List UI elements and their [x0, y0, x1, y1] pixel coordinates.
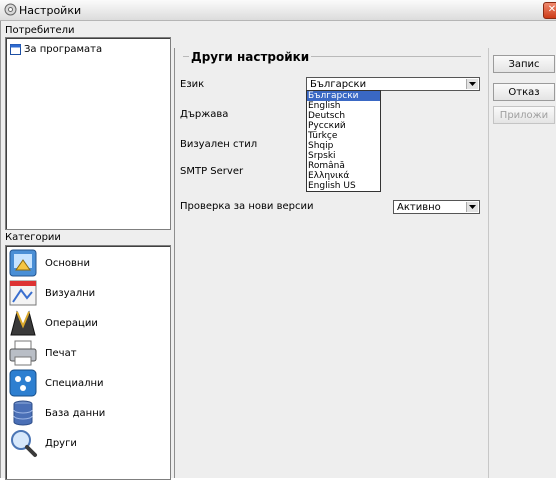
category-print[interactable]: Печат — [8, 338, 77, 368]
category-database[interactable]: База данни — [8, 398, 105, 428]
category-basic[interactable]: Основни — [8, 248, 90, 278]
category-label: Операции — [45, 317, 98, 329]
dropdown-option[interactable]: English — [307, 101, 380, 111]
window-icon — [10, 43, 21, 55]
cancel-button[interactable]: Отказ — [493, 83, 555, 101]
visual-style-label: Визуален стил — [180, 139, 258, 150]
dropdown-option[interactable]: Srpski — [307, 151, 380, 161]
language-select[interactable]: Български — [306, 77, 480, 91]
categories-label: Категории — [5, 232, 61, 243]
dropdown-option[interactable]: Deutsch — [307, 111, 380, 121]
close-button[interactable]: ✕ — [543, 2, 556, 19]
category-other[interactable]: Други — [8, 428, 77, 458]
chevron-down-icon[interactable] — [466, 202, 478, 212]
dropdown-option[interactable]: Ελληνικά — [307, 171, 380, 181]
special-icon — [8, 368, 38, 398]
language-label: Език — [180, 79, 205, 90]
category-label: Други — [45, 437, 77, 449]
title-bar: Настройки ✕ — [0, 0, 556, 21]
category-label: Специални — [45, 377, 104, 389]
users-label: Потребители — [5, 25, 75, 36]
dropdown-option[interactable]: Русский — [307, 121, 380, 131]
category-label: Основни — [45, 257, 90, 269]
chevron-down-icon[interactable] — [466, 79, 478, 89]
close-icon: ✕ — [547, 4, 556, 15]
language-dropdown-list[interactable]: Български English Deutsch Русский Türkçe… — [306, 90, 381, 192]
users-list[interactable]: За програмата — [5, 37, 171, 230]
category-special[interactable]: Специални — [8, 368, 104, 398]
category-label: Визуални — [45, 287, 96, 299]
button-column: Запис Отказ Приложи — [488, 48, 556, 478]
categories-list: Основни Визуални Операции Печат Специалн… — [5, 245, 171, 480]
group-title: Други настройки — [189, 50, 312, 64]
window-title: Настройки — [19, 4, 82, 17]
dropdown-option[interactable]: English US — [307, 181, 380, 191]
other-settings-panel: Други настройки Език Български Държава В… — [174, 48, 489, 478]
database-icon — [8, 398, 38, 428]
update-check-select[interactable]: Активно — [393, 200, 480, 214]
group-frame: Други настройки — [183, 50, 481, 64]
save-button[interactable]: Запис — [493, 55, 555, 73]
operations-icon — [8, 308, 38, 338]
update-check-value: Активно — [397, 202, 441, 213]
printer-icon — [8, 338, 38, 368]
category-operations[interactable]: Операции — [8, 308, 98, 338]
visual-settings-icon — [8, 278, 38, 308]
magnifier-icon — [8, 428, 38, 458]
list-item-about[interactable]: За програмата — [10, 42, 102, 56]
smtp-label: SMTP Server — [180, 166, 244, 177]
category-visual[interactable]: Визуални — [8, 278, 95, 308]
list-item-label: За програмата — [24, 43, 103, 55]
language-select-value: Български — [310, 79, 367, 90]
dropdown-option[interactable]: Türkçe — [307, 131, 380, 141]
dropdown-option[interactable]: Български — [307, 91, 380, 101]
dropdown-option[interactable]: Română — [307, 161, 380, 171]
gear-icon — [4, 3, 17, 16]
apply-button[interactable]: Приложи — [493, 106, 555, 124]
category-label: Печат — [45, 347, 77, 359]
dropdown-option[interactable]: Shqip — [307, 141, 380, 151]
basic-settings-icon — [8, 248, 38, 278]
update-check-label: Проверка за нови версии — [180, 201, 314, 212]
country-label: Държава — [180, 109, 229, 120]
category-label: База данни — [45, 407, 106, 419]
